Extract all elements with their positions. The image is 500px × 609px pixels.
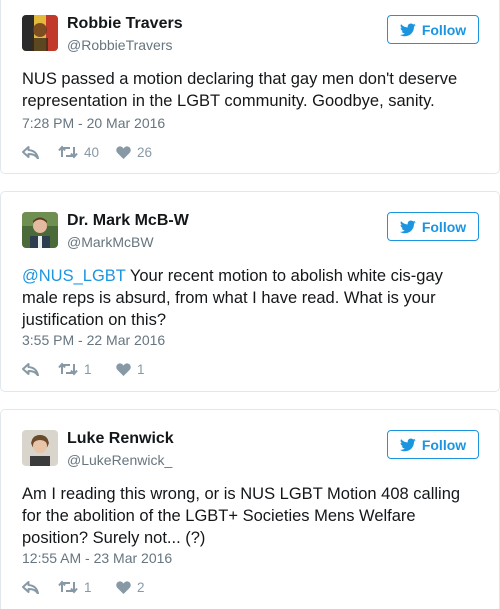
tweet-actions: 1 2	[22, 578, 176, 596]
tweet-card: Robbie Travers @RobbieTravers Follow NUS…	[0, 0, 500, 174]
retweet-button[interactable]: 1	[58, 362, 116, 377]
reply-button[interactable]	[22, 362, 58, 376]
retweet-icon	[58, 362, 78, 376]
like-button[interactable]: 26	[116, 145, 176, 160]
tweet-timestamp[interactable]: 3:55 PM - 22 Mar 2016	[22, 331, 165, 349]
retweet-button[interactable]: 40	[58, 145, 116, 160]
user-handle[interactable]: @RobbieTravers	[67, 36, 173, 54]
user-name[interactable]: Dr. Mark McB-W	[67, 211, 189, 231]
twitter-bird-icon	[399, 219, 416, 233]
tweet-text: Am I reading this wrong, or is NUS LGBT …	[22, 485, 461, 547]
follow-label: Follow	[421, 21, 467, 38]
follow-label: Follow	[421, 218, 467, 235]
reply-button[interactable]	[22, 580, 58, 594]
follow-button[interactable]: Follow	[387, 212, 479, 241]
twitter-bird-icon	[399, 22, 416, 36]
tweet-card: Luke Renwick @LukeRenwick_ Follow Am I r…	[0, 409, 500, 609]
retweet-button[interactable]: 1	[58, 580, 116, 595]
follow-button[interactable]: Follow	[387, 15, 479, 44]
reply-button[interactable]	[22, 145, 58, 159]
tweet-actions: 1 1	[22, 360, 176, 378]
like-count: 1	[137, 361, 145, 377]
reply-icon	[22, 362, 39, 376]
tweet-card: Dr. Mark McB-W @MarkMcBW Follow @NUS_LGB…	[0, 191, 500, 392]
heart-icon	[116, 580, 131, 594]
user-handle[interactable]: @LukeRenwick_	[67, 451, 172, 469]
tweet-timestamp[interactable]: 7:28 PM - 20 Mar 2016	[22, 114, 165, 132]
retweet-count: 1	[84, 361, 92, 377]
tweet-timestamp[interactable]: 12:55 AM - 23 Mar 2016	[22, 549, 172, 567]
tweet-text: @NUS_LGBT Your recent motion to abolish …	[22, 265, 482, 331]
reply-icon	[22, 145, 39, 159]
heart-icon	[116, 145, 131, 159]
retweet-count: 1	[84, 579, 92, 595]
retweet-count: 40	[84, 144, 100, 160]
heart-icon	[116, 362, 131, 376]
like-count: 26	[137, 144, 153, 160]
avatar[interactable]	[22, 430, 58, 466]
twitter-bird-icon	[399, 437, 416, 451]
avatar[interactable]	[22, 212, 58, 248]
mention-link[interactable]: @NUS_LGBT	[22, 267, 126, 285]
follow-label: Follow	[421, 436, 467, 453]
follow-button[interactable]: Follow	[387, 430, 479, 459]
tweet-actions: 40 26	[22, 143, 176, 161]
user-name[interactable]: Luke Renwick	[67, 429, 174, 449]
like-count: 2	[137, 579, 145, 595]
like-button[interactable]: 2	[116, 580, 176, 595]
tweet-text: NUS passed a motion declaring that gay m…	[22, 70, 458, 110]
avatar[interactable]	[22, 15, 58, 51]
reply-icon	[22, 580, 39, 594]
retweet-icon	[58, 580, 78, 594]
user-name[interactable]: Robbie Travers	[67, 14, 183, 34]
retweet-icon	[58, 145, 78, 159]
like-button[interactable]: 1	[116, 362, 176, 377]
user-handle[interactable]: @MarkMcBW	[67, 233, 154, 251]
